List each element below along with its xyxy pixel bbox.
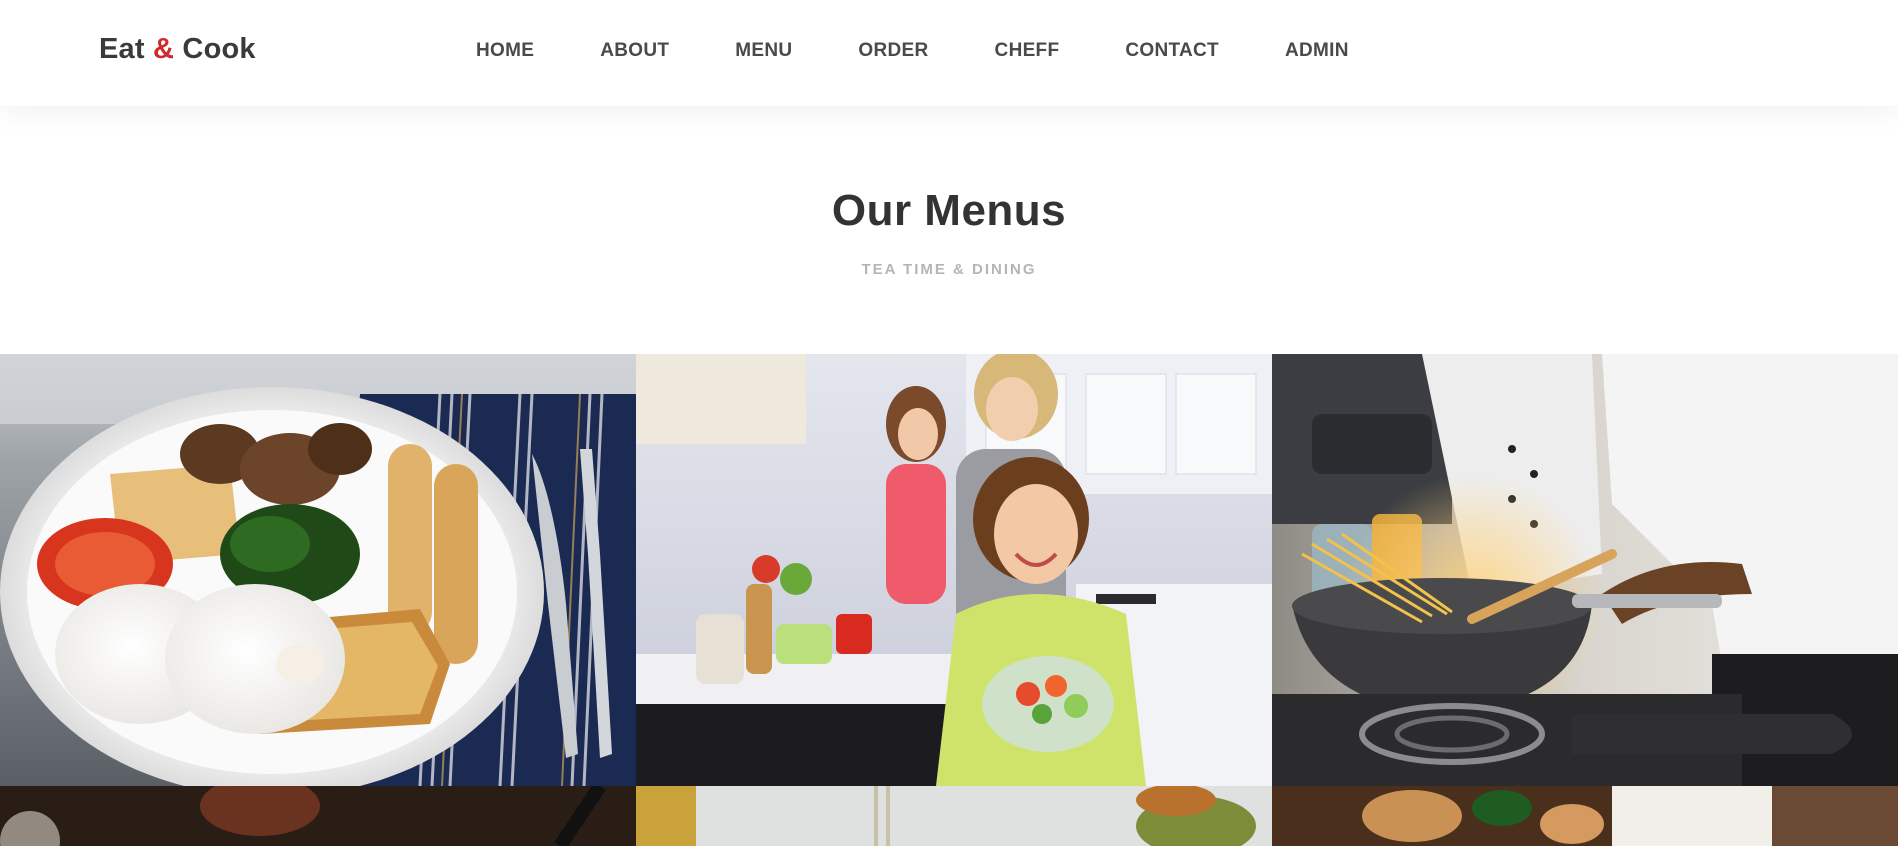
chef-wok-image[interactable] — [1272, 354, 1898, 786]
logo-text-cook: Cook — [182, 33, 256, 65]
nav-home[interactable]: HOME — [476, 40, 534, 62]
family-kitchen-image[interactable] — [636, 354, 1272, 786]
main-nav: HOME ABOUT MENU ORDER CHEFF CONTACT ADMI… — [476, 40, 1415, 62]
nav-admin[interactable]: ADMIN — [1285, 40, 1349, 62]
nav-order[interactable]: ORDER — [858, 40, 928, 62]
logo-text-eat: Eat — [99, 33, 145, 65]
nav-menu[interactable]: MENU — [735, 40, 792, 62]
dish-image-5[interactable] — [636, 786, 1272, 846]
menus-subtitle: TEA TIME & DINING — [861, 261, 1037, 278]
menus-title: Our Menus — [831, 186, 1067, 235]
dish-image-6[interactable] — [1272, 786, 1898, 846]
breakfast-plate-image[interactable] — [0, 354, 636, 786]
site-logo[interactable]: Eat & Cook — [99, 33, 256, 66]
menu-gallery — [0, 354, 1898, 846]
site-header: Eat & Cook HOME ABOUT MENU ORDER CHEFF C… — [0, 0, 1898, 106]
nav-contact[interactable]: CONTACT — [1125, 40, 1219, 62]
dish-image-4[interactable] — [0, 786, 636, 846]
logo-ampersand: & — [153, 33, 175, 65]
nav-about[interactable]: ABOUT — [600, 40, 669, 62]
nav-cheff[interactable]: CHEFF — [995, 40, 1060, 62]
